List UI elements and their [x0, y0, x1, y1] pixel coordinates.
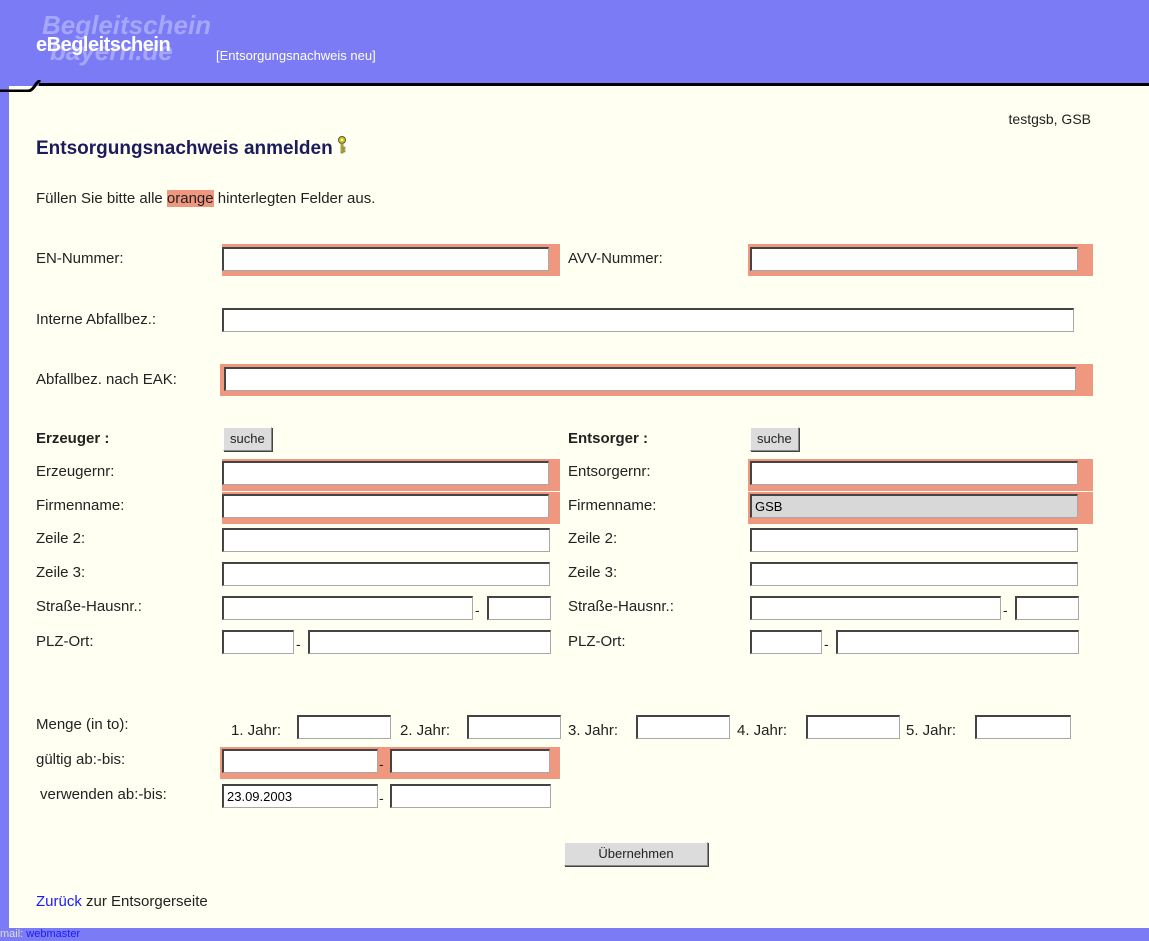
erzeuger-zeile3-input[interactable]	[222, 562, 550, 586]
en-nummer-label: EN-Nummer:	[36, 250, 124, 267]
erzeuger-strasse-input[interactable]	[222, 596, 473, 620]
entsorger-strasse-dash: -	[1003, 602, 1008, 618]
header-divider	[39, 83, 1149, 86]
gueltig-bis-input[interactable]	[390, 749, 550, 773]
erzeuger-plz-label: PLZ-Ort:	[36, 633, 94, 650]
entsorger-plz-input[interactable]	[750, 630, 822, 654]
main-content: testgsb, GSB Entsorgungsnachweis anmelde…	[0, 80, 1149, 928]
footer: mail: webmaster	[0, 928, 1149, 941]
entsorger-zeile3-input[interactable]	[750, 562, 1078, 586]
entsorgernr-input[interactable]	[750, 461, 1078, 485]
verwenden-ab-input[interactable]	[222, 784, 378, 808]
erzeuger-heading: Erzeuger :	[36, 430, 110, 447]
intro-highlight: orange	[166, 190, 214, 207]
erzeuger-plz-input[interactable]	[222, 630, 294, 654]
entsorgernr-label: Entsorgernr:	[568, 463, 651, 480]
jahr1-input[interactable]	[297, 715, 391, 739]
header-curve-decoration	[0, 80, 42, 92]
entsorger-plz-label: PLZ-Ort:	[568, 633, 626, 650]
entsorger-ort-input[interactable]	[836, 630, 1079, 654]
jahr4-input[interactable]	[806, 715, 900, 739]
jahr4-label: 4. Jahr:	[737, 722, 788, 739]
jahr1-label: 1. Jahr:	[231, 722, 282, 739]
erzeuger-plz-dash: -	[296, 636, 301, 652]
back-text: zur Entsorgerseite	[81, 893, 208, 910]
entsorger-plz-dash: -	[824, 636, 829, 652]
verwenden-label: verwenden ab:-bis:	[40, 786, 167, 803]
entsorger-zeile3-label: Zeile 3:	[568, 564, 618, 581]
interne-abfallbez-input[interactable]	[222, 308, 1074, 332]
abfallbez-eak-input[interactable]	[224, 367, 1076, 391]
page-title-text: Entsorgungsnachweis anmelden	[36, 138, 333, 159]
verwenden-bis-input[interactable]	[390, 784, 551, 808]
verwenden-dash: -	[379, 790, 384, 806]
menge-label: Menge (in to):	[36, 716, 129, 733]
user-info: testgsb, GSB	[1008, 111, 1091, 127]
entsorger-heading: Entsorger :	[568, 430, 649, 447]
erzeugernr-input[interactable]	[222, 461, 549, 485]
erzeuger-ort-input[interactable]	[308, 630, 551, 654]
gueltig-label: gültig ab:-bis:	[36, 751, 126, 768]
intro-before: Füllen Sie bitte alle	[36, 190, 167, 207]
en-nummer-input[interactable]	[222, 247, 549, 271]
webmaster-link[interactable]: webmaster	[26, 928, 80, 940]
entsorger-search-button[interactable]: suche	[750, 427, 799, 451]
header-subtitle: [Entsorgungsnachweis neu]	[216, 48, 376, 63]
footer-prefix: mail:	[0, 928, 24, 940]
erzeuger-strasse-dash: -	[475, 602, 480, 618]
entsorger-zeile2-input[interactable]	[750, 528, 1078, 552]
uebernehmen-button[interactable]: Übernehmen	[564, 842, 708, 866]
jahr5-label: 5. Jahr:	[906, 722, 957, 739]
entsorger-zeile2-label: Zeile 2:	[568, 530, 618, 547]
back-link[interactable]: Zurück	[36, 893, 82, 910]
jahr3-label: 3. Jahr:	[568, 722, 619, 739]
erzeuger-zeile3-label: Zeile 3:	[36, 564, 86, 581]
erzeuger-firmenname-label: Firmenname:	[36, 497, 125, 514]
jahr5-input[interactable]	[975, 715, 1071, 739]
back-link-row: Zurück zur Entsorgerseite	[36, 893, 208, 910]
intro-text: Füllen Sie bitte alle orange hinterlegte…	[36, 190, 375, 207]
jahr2-input[interactable]	[467, 715, 561, 739]
logo: eBegleitschein	[36, 34, 171, 56]
entsorger-firmenname-input[interactable]	[750, 494, 1078, 518]
entsorger-strasse-input[interactable]	[750, 596, 1001, 620]
erzeuger-firmenname-input[interactable]	[222, 494, 549, 518]
interne-abfallbez-label: Interne Abfallbez.:	[36, 311, 157, 328]
erzeuger-strasse-label: Straße-Hausnr.:	[36, 598, 142, 615]
erzeuger-search-button[interactable]: suche	[223, 427, 272, 451]
erzeuger-zeile2-input[interactable]	[222, 528, 550, 552]
avv-nummer-input[interactable]	[750, 247, 1078, 271]
entsorger-strasse-label: Straße-Hausnr.:	[568, 598, 674, 615]
gueltig-dash: -	[379, 756, 384, 772]
entsorger-firmenname-label: Firmenname:	[568, 497, 657, 514]
jahr2-label: 2. Jahr:	[400, 722, 451, 739]
erzeuger-zeile2-label: Zeile 2:	[36, 530, 86, 547]
erzeugernr-label: Erzeugernr:	[36, 463, 115, 480]
help-key-icon[interactable]	[337, 136, 347, 160]
header-bar: Begleitschein bayern.de eBegleitschein […	[0, 0, 1149, 86]
jahr3-input[interactable]	[636, 715, 730, 739]
gueltig-ab-input[interactable]	[222, 749, 378, 773]
intro-after: hinterlegten Felder aus.	[213, 190, 376, 207]
erzeuger-hausnr-input[interactable]	[487, 596, 551, 620]
page-title: Entsorgungsnachweis anmelden	[36, 136, 347, 160]
avv-nummer-label: AVV-Nummer:	[568, 250, 663, 267]
abfallbez-eak-label: Abfallbez. nach EAK:	[36, 371, 177, 388]
entsorger-hausnr-input[interactable]	[1015, 596, 1079, 620]
